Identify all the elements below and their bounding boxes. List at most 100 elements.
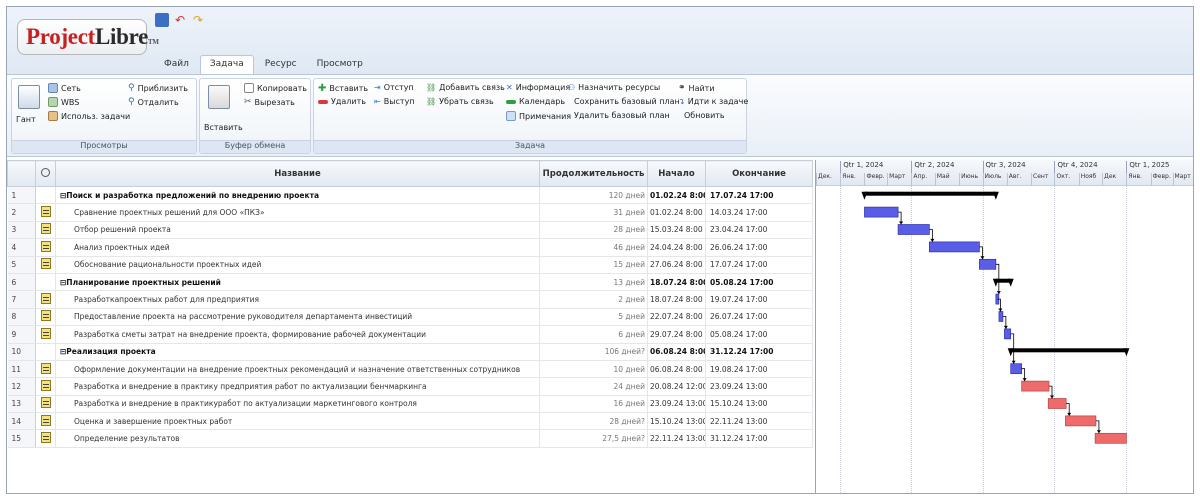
finish-cell[interactable]: 23.04.24 17:00 bbox=[705, 221, 813, 240]
calendar-button[interactable]: Календарь bbox=[506, 97, 565, 106]
task-bar[interactable] bbox=[864, 206, 899, 218]
duration-cell[interactable]: 10 дней bbox=[539, 360, 648, 379]
task-name-cell[interactable]: Оформление документации на внедрение про… bbox=[55, 360, 540, 379]
task-bar[interactable] bbox=[1004, 328, 1012, 340]
start-cell[interactable]: 01.02.24 8:00 bbox=[647, 203, 706, 222]
table-row[interactable]: 2 Сравнение проектных решений для ООО «ПК… bbox=[7, 203, 813, 222]
row-number-cell[interactable]: 15 bbox=[7, 429, 36, 448]
finish-cell[interactable]: 26.06.24 17:00 bbox=[705, 238, 813, 257]
undo-icon[interactable]: ↶ bbox=[173, 13, 187, 27]
paste-button[interactable]: Вставить bbox=[204, 123, 243, 132]
row-number-cell[interactable]: 10 bbox=[7, 343, 36, 361]
start-cell[interactable]: 23.09.24 13:00 bbox=[647, 395, 706, 414]
network-view-button[interactable]: Сеть bbox=[48, 83, 81, 93]
indicator-cell[interactable] bbox=[35, 412, 56, 431]
finish-cell[interactable]: 15.10.24 13:00 bbox=[705, 395, 813, 414]
indicator-cell[interactable] bbox=[35, 429, 56, 448]
start-cell[interactable]: 24.04.24 8:00 bbox=[647, 238, 706, 257]
duration-cell[interactable]: 27,5 дней? bbox=[539, 429, 648, 448]
indicator-cell[interactable] bbox=[35, 377, 56, 396]
task-name-cell[interactable]: Определение результатов bbox=[55, 429, 540, 448]
zoom-in-button[interactable]: ⚲ Приблизить bbox=[128, 83, 188, 93]
start-cell[interactable]: 29.07.24 8:00 bbox=[647, 325, 706, 344]
row-number-cell[interactable]: 5 bbox=[7, 256, 36, 274]
task-name-cell[interactable]: Анализ проектных идей bbox=[55, 238, 540, 257]
task-name-cell[interactable]: Разработка сметы затрат на внедрение про… bbox=[55, 325, 540, 344]
gantt-view-icon[interactable] bbox=[18, 85, 40, 109]
start-cell[interactable]: 06.08.24 8:00 bbox=[647, 360, 706, 379]
critical-task-bar[interactable] bbox=[1094, 432, 1127, 444]
start-cell[interactable]: 15.03.24 8:00 bbox=[647, 221, 706, 240]
finish-cell[interactable]: 14.03.24 17:00 bbox=[705, 203, 813, 222]
indicator-cell[interactable] bbox=[35, 360, 56, 379]
duration-column-header[interactable]: Продолжительность bbox=[539, 160, 648, 187]
clear-baseline-button[interactable]: Удалить базовый план bbox=[574, 111, 670, 120]
paste-icon[interactable] bbox=[208, 85, 230, 109]
goto-task-button[interactable]: ↴ Идти к задаче bbox=[678, 97, 748, 106]
finish-cell[interactable]: 26.07.24 17:00 bbox=[705, 308, 813, 327]
task-name-cell[interactable]: Сравнение проектных решений для ООО «ПКЗ… bbox=[55, 203, 540, 222]
row-number-cell[interactable]: 12 bbox=[7, 377, 36, 396]
row-number-cell[interactable]: 13 bbox=[7, 395, 36, 414]
finish-cell[interactable]: 19.07.24 17:00 bbox=[705, 290, 813, 309]
indicator-cell[interactable] bbox=[35, 343, 56, 361]
start-cell[interactable]: 06.08.24 8:00 bbox=[647, 343, 706, 361]
save-baseline-button[interactable]: Сохранить базовый план bbox=[574, 97, 680, 106]
indicator-cell[interactable] bbox=[35, 186, 56, 205]
indicator-cell[interactable] bbox=[35, 290, 56, 309]
critical-task-bar[interactable] bbox=[1047, 398, 1067, 409]
table-row[interactable]: 13 Разработка и внедрение в практикуработ… bbox=[7, 395, 813, 414]
table-row[interactable]: 5 Обоснование рациональности проектных ид… bbox=[7, 256, 813, 274]
table-row[interactable]: 6 ⊟Планирование проектных решений 13 дней 1… bbox=[7, 273, 813, 292]
finish-cell[interactable]: 05.08.24 17:00 bbox=[705, 325, 813, 344]
summary-bar[interactable] bbox=[1010, 348, 1127, 353]
table-row[interactable]: 12 Разработка и внедрение в практику пред… bbox=[7, 377, 813, 396]
table-row[interactable]: 15 Определение результатов 27,5 дней? 22.11… bbox=[7, 429, 813, 448]
duration-cell[interactable]: 28 дней? bbox=[539, 412, 648, 431]
indent-button[interactable]: ⇥ Отступ bbox=[374, 83, 414, 92]
table-row[interactable]: 11 Оформление документации на внедрение п… bbox=[7, 360, 813, 379]
table-row[interactable]: 14 Оценка и завершение проектных работ 28 … bbox=[7, 412, 813, 431]
duration-cell[interactable]: 2 дней bbox=[539, 290, 648, 309]
tab-resource[interactable]: Ресурс bbox=[256, 56, 306, 74]
insert-task-button[interactable]: ✚ Вставить bbox=[318, 83, 368, 94]
delete-task-button[interactable]: Удалить bbox=[318, 97, 366, 106]
task-name-cell[interactable]: Разработкапроектных работ для предприяти… bbox=[55, 290, 540, 309]
indicator-cell[interactable] bbox=[35, 256, 56, 274]
table-row[interactable]: 8 Предоставление проекта на рассмотрение … bbox=[7, 308, 813, 327]
task-name-cell[interactable]: Оценка и завершение проектных работ bbox=[55, 412, 540, 431]
duration-cell[interactable]: 28 дней bbox=[539, 221, 648, 240]
task-name-cell[interactable]: Предоставление проекта на рассмотрение р… bbox=[55, 308, 540, 327]
duration-cell[interactable]: 15 дней bbox=[539, 256, 648, 274]
update-button[interactable]: Обновить bbox=[684, 111, 725, 120]
row-number-cell[interactable]: 6 bbox=[7, 273, 36, 292]
finish-cell[interactable]: 31.12.24 17:00 bbox=[705, 429, 813, 448]
row-number-cell[interactable]: 3 bbox=[7, 221, 36, 240]
assign-resources-button[interactable]: ⚇ Назначить ресурсы bbox=[568, 83, 660, 92]
duration-cell[interactable]: 120 дней bbox=[539, 186, 648, 205]
summary-bar[interactable] bbox=[864, 191, 996, 196]
start-cell[interactable]: 22.11.24 13:00 bbox=[647, 429, 706, 448]
start-cell[interactable]: 18.07.24 8:00 bbox=[647, 273, 706, 292]
start-column-header[interactable]: Начало bbox=[647, 160, 706, 187]
zoom-out-button[interactable]: ⚲ Отдалить bbox=[128, 97, 179, 107]
copy-button[interactable]: Копировать bbox=[244, 83, 307, 93]
row-number-cell[interactable]: 11 bbox=[7, 360, 36, 379]
row-number-cell[interactable]: 4 bbox=[7, 238, 36, 257]
critical-task-bar[interactable] bbox=[1021, 380, 1050, 392]
finish-cell[interactable]: 22.11.24 13:00 bbox=[705, 412, 813, 431]
table-row[interactable]: 7 Разработкапроектных работ для предприят… bbox=[7, 290, 813, 309]
duration-cell[interactable]: 31 дней bbox=[539, 203, 648, 222]
start-cell[interactable]: 20.08.24 12:00 bbox=[647, 377, 706, 396]
row-number-cell[interactable]: 1 bbox=[7, 186, 36, 205]
finish-cell[interactable]: 19.08.24 17:00 bbox=[705, 360, 813, 379]
start-cell[interactable]: 15.10.24 13:00 bbox=[647, 412, 706, 431]
add-link-button[interactable]: ⛓ Добавить связь bbox=[426, 83, 505, 92]
duration-cell[interactable]: 24 дней bbox=[539, 377, 648, 396]
finish-column-header[interactable]: Окончание bbox=[705, 160, 813, 187]
row-number-cell[interactable]: 8 bbox=[7, 308, 36, 327]
task-bar[interactable] bbox=[897, 224, 930, 235]
start-cell[interactable]: 22.07.24 8:00 bbox=[647, 308, 706, 327]
task-name-cell[interactable]: ⊟Планирование проектных решений bbox=[55, 273, 540, 292]
indicator-cell[interactable] bbox=[35, 325, 56, 344]
